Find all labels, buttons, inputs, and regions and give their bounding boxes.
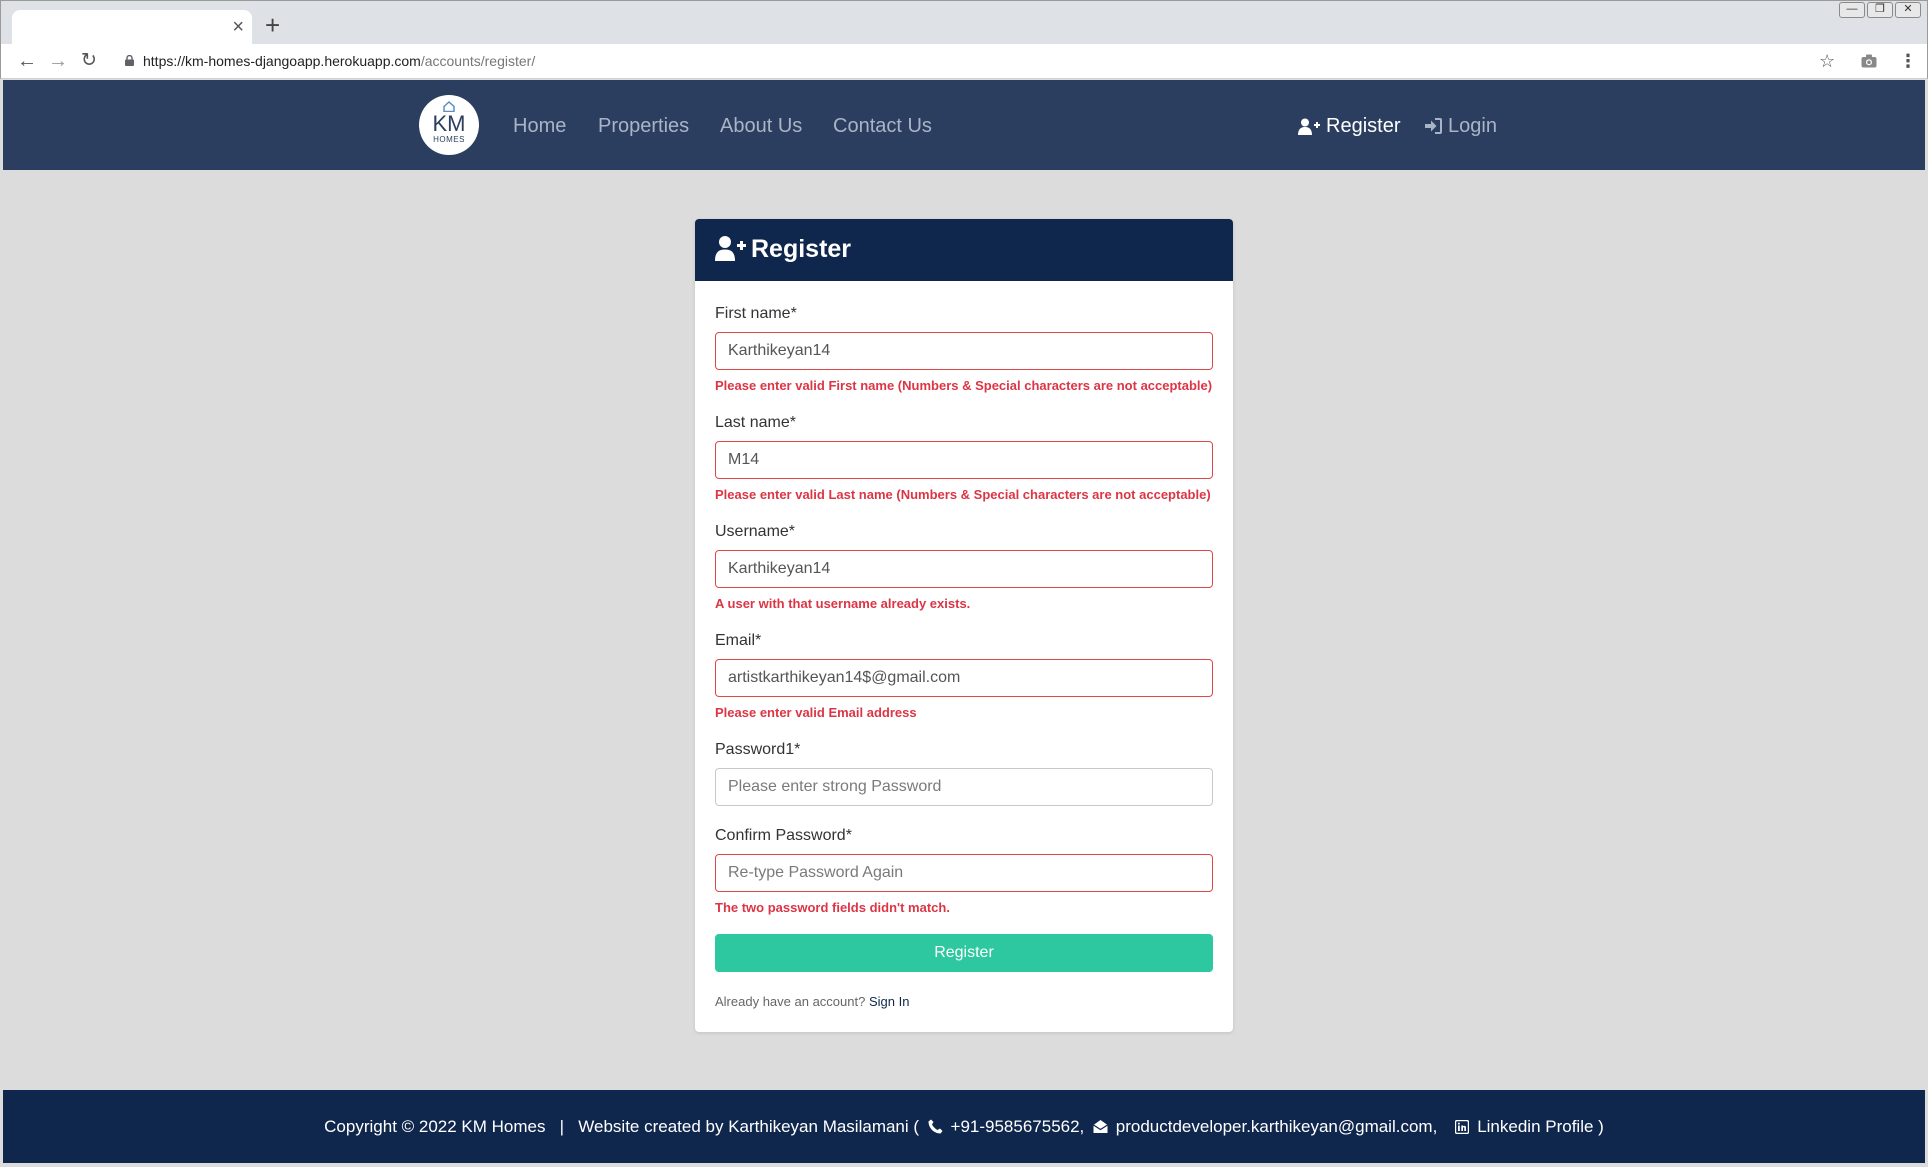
user-plus-icon: [1298, 118, 1320, 135]
url-host: https://km-homes-djangoapp.herokuapp.com: [143, 53, 421, 69]
username-error: A user with that username already exists…: [715, 596, 971, 611]
nav-link-contact-us[interactable]: Contact Us: [833, 114, 932, 138]
minimize-icon[interactable]: —: [1839, 2, 1865, 18]
site-navbar: KM HOMES Home Properties About Us Contac…: [3, 80, 1925, 170]
footer-separator: |: [559, 1117, 565, 1136]
phone-icon: [928, 1119, 943, 1134]
sign-in-link[interactable]: Sign In: [869, 994, 909, 1009]
close-tab-icon[interactable]: ×: [232, 16, 244, 38]
last-name-input[interactable]: [715, 441, 1213, 479]
browser-tab[interactable]: ×: [12, 10, 252, 46]
url-path: /accounts/register/: [420, 53, 536, 69]
sign-in-icon: [1425, 118, 1442, 134]
camera-icon[interactable]: [1861, 54, 1877, 68]
password1-label: Password1*: [715, 741, 801, 758]
lock-icon: [125, 55, 134, 66]
confirm-password-error: The two password fields didn't match.: [715, 900, 950, 915]
last-name-error: Please enter valid Last name (Numbers & …: [715, 487, 1211, 502]
envelope-open-icon: [1093, 1120, 1108, 1133]
nav-login-link[interactable]: Login: [1425, 114, 1497, 138]
register-submit-button[interactable]: Register: [715, 934, 1213, 972]
back-icon[interactable]: ←: [17, 49, 37, 73]
footer-text-row: Copyright © 2022 KM Homes | Website crea…: [3, 1116, 1925, 1138]
nav-link-properties[interactable]: Properties: [598, 114, 689, 138]
window-controls: — ❐ ✕: [1839, 2, 1921, 18]
nav-login-label: Login: [1448, 115, 1497, 137]
footer-created-by: Website created by Karthikeyan Masilaman…: [578, 1117, 920, 1136]
logo-homes-text: HOMES: [433, 135, 465, 144]
close-window-icon[interactable]: ✕: [1895, 2, 1921, 18]
first-name-input[interactable]: [715, 332, 1213, 370]
first-name-error: Please enter valid First name (Numbers &…: [715, 378, 1213, 393]
user-plus-icon: [715, 236, 746, 261]
footer-email[interactable]: productdeveloper.karthikeyan@gmail.com,: [1116, 1117, 1438, 1136]
footer-phone[interactable]: +91-9585675562,: [951, 1117, 1085, 1136]
nav-register-link[interactable]: Register: [1298, 114, 1400, 138]
register-card: Register First name* Please enter valid …: [695, 219, 1233, 1032]
footer-copyright: Copyright © 2022 KM Homes: [324, 1117, 546, 1136]
email-input[interactable]: [715, 659, 1213, 697]
signin-prompt: Already have an account? Sign In: [715, 994, 909, 1010]
browser-toolbar: ← → ↻ https://km-homes-djangoapp.herokua…: [0, 44, 1928, 79]
confirm-password-label: Confirm Password*: [715, 827, 852, 844]
nav-register-label: Register: [1326, 115, 1401, 137]
first-name-label: First name*: [715, 305, 797, 322]
address-bar[interactable]: https://km-homes-djangoapp.herokuapp.com…: [143, 53, 535, 69]
email-error: Please enter valid Email address: [715, 705, 917, 720]
linkedin-icon: [1455, 1119, 1470, 1135]
username-label: Username*: [715, 523, 796, 540]
password1-input[interactable]: [715, 768, 1213, 806]
reload-icon[interactable]: ↻: [81, 49, 97, 73]
confirm-password-input[interactable]: [715, 854, 1213, 892]
username-input[interactable]: [715, 550, 1213, 588]
nav-link-home[interactable]: Home: [513, 114, 566, 138]
bookmark-star-icon[interactable]: ☆: [1819, 50, 1835, 72]
forward-icon[interactable]: →: [48, 49, 68, 73]
page-title: Register: [751, 235, 852, 263]
site-logo[interactable]: KM HOMES: [419, 95, 479, 155]
already-have-account-text: Already have an account?: [715, 994, 866, 1009]
card-header: Register: [695, 219, 1233, 281]
nav-link-about-us[interactable]: About Us: [720, 114, 802, 138]
menu-kebab-icon[interactable]: ⋮: [1899, 50, 1917, 72]
new-tab-icon[interactable]: +: [265, 11, 280, 39]
browser-tabstrip: × + — ❐ ✕: [0, 0, 1928, 46]
logo-km-text: KM: [432, 111, 466, 136]
site-footer: Copyright © 2022 KM Homes | Website crea…: [3, 1090, 1925, 1163]
restore-icon[interactable]: ❐: [1867, 2, 1893, 18]
email-label: Email*: [715, 632, 762, 649]
last-name-label: Last name*: [715, 414, 796, 431]
footer-linkedin[interactable]: Linkedin Profile ): [1477, 1117, 1604, 1136]
